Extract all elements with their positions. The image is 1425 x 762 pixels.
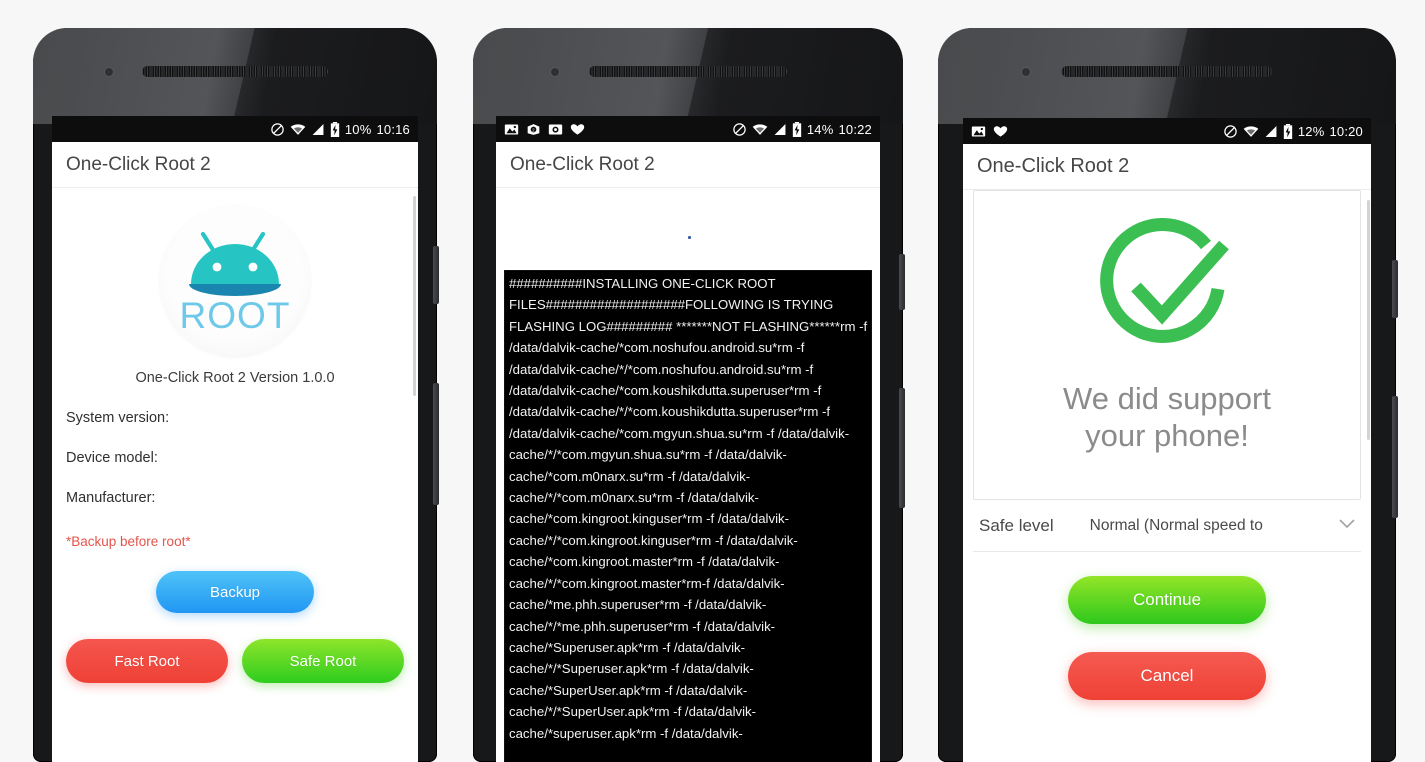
- front-camera-icon: [551, 68, 559, 76]
- safe-level-value: Normal (Normal speed to: [1089, 516, 1263, 534]
- phone-3-notification-icons: [971, 125, 1008, 138]
- earpiece-speaker: [142, 66, 328, 77]
- do-not-disturb-icon: [1223, 124, 1238, 139]
- phone-device-3: 12% 10:20 One-Click Root 2 We did suppor…: [938, 28, 1398, 762]
- heart-icon: [570, 123, 585, 136]
- continue-button[interactable]: Continue: [1068, 576, 1266, 624]
- volume-button[interactable]: [1392, 396, 1398, 518]
- power-button[interactable]: [433, 246, 439, 304]
- android-root-logo: ROOT: [160, 206, 310, 356]
- phone-1-screen: 10% 10:16 One-Click Root 2 ROOT One-Clic…: [52, 116, 418, 762]
- signal-icon: [773, 123, 787, 136]
- device-model-label: Device model:: [66, 450, 158, 466]
- screenshot-canvas: 10% 10:16 One-Click Root 2 ROOT One-Clic…: [0, 0, 1425, 762]
- phone-1-app-title: One-Click Root 2: [52, 142, 418, 188]
- backup-button[interactable]: Backup: [156, 571, 314, 613]
- phone-1-clock: 10:16: [376, 121, 410, 137]
- phone-1-scrollbar[interactable]: [413, 196, 416, 396]
- alarm-icon: 2: [526, 123, 541, 136]
- front-camera-icon: [105, 68, 113, 76]
- phone-2-status-bar: 2 14% 10:22: [496, 116, 880, 142]
- phone-1-content: ROOT One-Click Root 2 Version 1.0.0 Syst…: [52, 188, 418, 762]
- chevron-down-icon[interactable]: [1339, 519, 1355, 532]
- phone-3-clock: 10:20: [1329, 123, 1363, 139]
- power-button[interactable]: [899, 254, 905, 310]
- power-button[interactable]: [1392, 260, 1398, 318]
- phone-3-app-title: One-Click Root 2: [963, 144, 1371, 190]
- cancel-button[interactable]: Cancel: [1068, 652, 1266, 700]
- earpiece-speaker: [1061, 66, 1273, 77]
- phone-2-notification-icons: 2: [504, 123, 585, 136]
- system-version-label: System version:: [66, 410, 170, 426]
- phone-device-1: 10% 10:16 One-Click Root 2 ROOT One-Clic…: [33, 28, 439, 762]
- android-root-logo-svg: ROOT: [180, 231, 291, 336]
- safe-root-button[interactable]: Safe Root: [242, 639, 404, 683]
- phone-2-battery-percent: 14%: [806, 121, 834, 137]
- support-result-card: We did support your phone!: [973, 190, 1361, 500]
- photo-icon: [504, 123, 519, 136]
- battery-charging-icon: [330, 121, 340, 137]
- phone-2-system-icons: 14% 10:22: [732, 121, 872, 137]
- safe-level-label: Safe level: [979, 515, 1054, 535]
- phone-3-system-icons: 12% 10:20: [1223, 123, 1363, 139]
- wifi-icon: [752, 123, 768, 136]
- svg-text:2: 2: [532, 127, 535, 132]
- success-check-container: [1088, 211, 1246, 366]
- phone-3-battery-percent: 12%: [1297, 123, 1325, 139]
- safe-level-dropdown[interactable]: Safe level Normal (Normal speed to: [973, 500, 1361, 552]
- phone-3-scrollbar[interactable]: [1367, 200, 1370, 440]
- signal-icon: [1264, 125, 1278, 138]
- phone-3-screen: 12% 10:20 One-Click Root 2 We did suppor…: [963, 118, 1371, 762]
- support-message-line-1: We did support: [1063, 381, 1271, 416]
- volume-button[interactable]: [433, 383, 439, 505]
- phone-device-2: 2 14% 10:22 One-Click Root 2 ##########I…: [473, 28, 905, 762]
- manufacturer-label: Manufacturer:: [66, 490, 156, 506]
- phone-2-clock: 10:22: [838, 121, 872, 137]
- fast-root-button[interactable]: Fast Root: [66, 639, 228, 683]
- earpiece-speaker: [589, 66, 787, 77]
- phone-1-top-bezel: [33, 28, 437, 124]
- phone-1-battery-percent: 10%: [344, 121, 372, 137]
- phone-3-top-bezel: [938, 28, 1396, 124]
- support-message: We did support your phone!: [1063, 380, 1271, 454]
- wifi-icon: [290, 123, 306, 136]
- do-not-disturb-icon: [732, 122, 747, 137]
- volume-button[interactable]: [899, 388, 905, 508]
- circle-check-icon: [1100, 217, 1229, 343]
- photo-icon: [971, 125, 986, 138]
- battery-charging-icon: [1283, 123, 1293, 139]
- wifi-icon: [1243, 125, 1259, 138]
- flashing-log-output: ##########INSTALLING ONE-CLICK ROOT FILE…: [504, 270, 872, 762]
- heart-icon: [993, 125, 1008, 138]
- phone-3-status-bar: 12% 10:20: [963, 118, 1371, 144]
- svg-text:ROOT: ROOT: [180, 295, 291, 336]
- signal-icon: [311, 123, 325, 136]
- backup-warning-text: *Backup before root*: [66, 534, 191, 549]
- phone-1-system-icons: 10% 10:16: [270, 121, 410, 137]
- progress-dot: [688, 236, 691, 239]
- phone-2-app-title: One-Click Root 2: [496, 142, 880, 188]
- phone-2-content: ##########INSTALLING ONE-CLICK ROOT FILE…: [496, 188, 880, 762]
- front-camera-icon: [1022, 68, 1030, 76]
- phone-1-status-bar: 10% 10:16: [52, 116, 418, 142]
- screenshot-camera-icon: [548, 123, 563, 136]
- root-buttons-row: Fast Root Safe Root: [66, 639, 404, 683]
- root-logo-container: ROOT: [66, 188, 404, 356]
- phone-2-top-bezel: [473, 28, 903, 124]
- do-not-disturb-icon: [270, 122, 285, 137]
- phone-3-content: We did support your phone! Safe level No…: [963, 190, 1371, 762]
- version-text: One-Click Root 2 Version 1.0.0: [135, 370, 335, 386]
- battery-charging-icon: [792, 121, 802, 137]
- phone-2-screen: 2 14% 10:22 One-Click Root 2 ##########I…: [496, 116, 880, 762]
- support-message-line-2: your phone!: [1085, 418, 1249, 453]
